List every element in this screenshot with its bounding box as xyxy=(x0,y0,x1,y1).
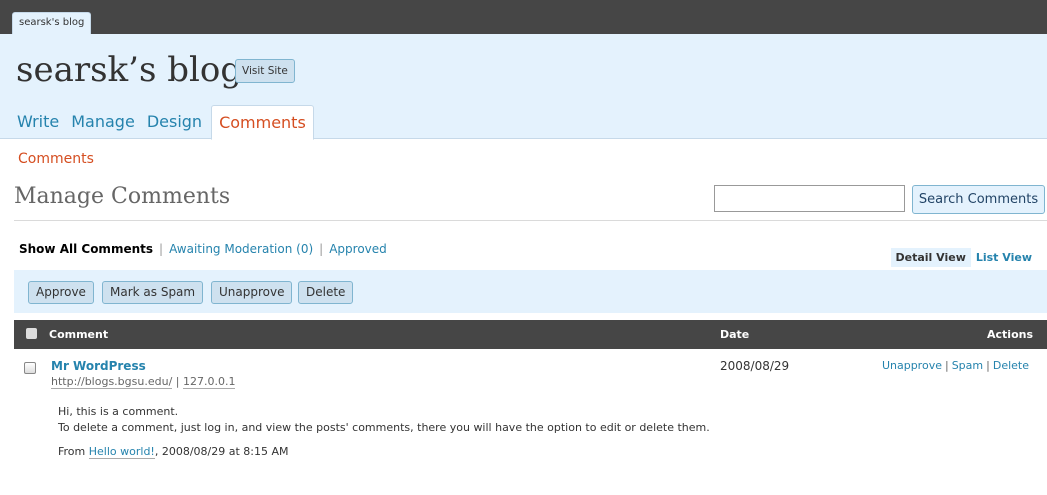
filter-separator: | xyxy=(319,242,324,256)
table-row: Mr WordPress http://blogs.bgsu.edu/ | 12… xyxy=(14,349,1047,495)
bulk-action-bar: Approve Mark as Spam Unapprove Delete xyxy=(14,270,1047,313)
filter-separator: | xyxy=(159,242,164,256)
header: searsk’s blog Visit Site Write Manage De… xyxy=(0,34,1047,140)
subnav-comments[interactable]: Comments xyxy=(18,151,94,167)
nav-manage[interactable]: Manage xyxy=(65,105,141,139)
row-delete-link[interactable]: Delete xyxy=(993,359,1029,372)
search-input[interactable] xyxy=(714,185,905,212)
comment-line-1: Hi, this is a comment. xyxy=(58,405,179,418)
author-ip[interactable]: 127.0.0.1 xyxy=(183,375,236,389)
comment-date: 2008/08/29 xyxy=(720,359,790,373)
column-actions: Actions xyxy=(987,328,1033,341)
main-nav: Write Manage Design Comments xyxy=(11,105,314,140)
comment-body: Hi, this is a comment. To delete a comme… xyxy=(58,404,738,468)
meta-separator: | xyxy=(175,375,180,388)
column-date: Date xyxy=(720,328,750,341)
from-suffix: , 2008/08/29 at 8:15 AM xyxy=(154,445,289,458)
nav-write[interactable]: Write xyxy=(11,105,65,139)
action-separator: | xyxy=(944,359,949,372)
search-comments-button[interactable]: Search Comments xyxy=(912,185,1045,214)
mark-spam-button[interactable]: Mark as Spam xyxy=(102,281,204,304)
divider xyxy=(14,220,1047,221)
nav-design[interactable]: Design xyxy=(141,105,208,139)
nav-comments[interactable]: Comments xyxy=(211,105,314,140)
delete-button[interactable]: Delete xyxy=(298,281,354,304)
comment-meta: http://blogs.bgsu.edu/ | 127.0.0.1 xyxy=(51,375,236,389)
action-separator: | xyxy=(986,359,990,372)
row-checkbox[interactable] xyxy=(24,362,36,374)
filter-awaiting[interactable]: Awaiting Moderation (0) xyxy=(169,242,313,256)
top-bar: searsk's blog xyxy=(0,0,1047,34)
comment-filters: Show All Comments | Awaiting Moderation (0… xyxy=(19,242,387,256)
row-unapprove-link[interactable]: Unapprove xyxy=(882,359,942,372)
row-actions: Unapprove | Spam | Delete xyxy=(882,359,1029,372)
detail-view-tab[interactable]: Detail View xyxy=(890,248,971,267)
select-all-checkbox[interactable] xyxy=(26,328,37,339)
row-spam-link[interactable]: Spam xyxy=(952,359,983,372)
filter-all[interactable]: Show All Comments xyxy=(19,242,153,256)
approve-button[interactable]: Approve xyxy=(28,281,94,304)
comment-author[interactable]: Mr WordPress xyxy=(51,359,146,373)
comment-line-2: To delete a comment, just log in, and vi… xyxy=(58,421,710,434)
author-url[interactable]: http://blogs.bgsu.edu/ xyxy=(51,375,173,389)
page-title: Manage Comments xyxy=(14,184,231,209)
blog-title: searsk’s blog xyxy=(16,50,243,90)
unapprove-button[interactable]: Unapprove xyxy=(211,281,293,304)
from-prefix: From xyxy=(58,445,86,458)
post-link[interactable]: Hello world! xyxy=(88,445,155,459)
column-comment: Comment xyxy=(49,328,109,341)
view-switch: Detail View List View xyxy=(890,248,1038,267)
site-tab[interactable]: searsk's blog xyxy=(12,12,92,34)
filter-approved[interactable]: Approved xyxy=(329,242,387,256)
visit-site-button[interactable]: Visit Site xyxy=(235,59,295,83)
list-view-tab[interactable]: List View xyxy=(971,248,1037,267)
table-header: Comment Date Actions xyxy=(14,320,1047,349)
